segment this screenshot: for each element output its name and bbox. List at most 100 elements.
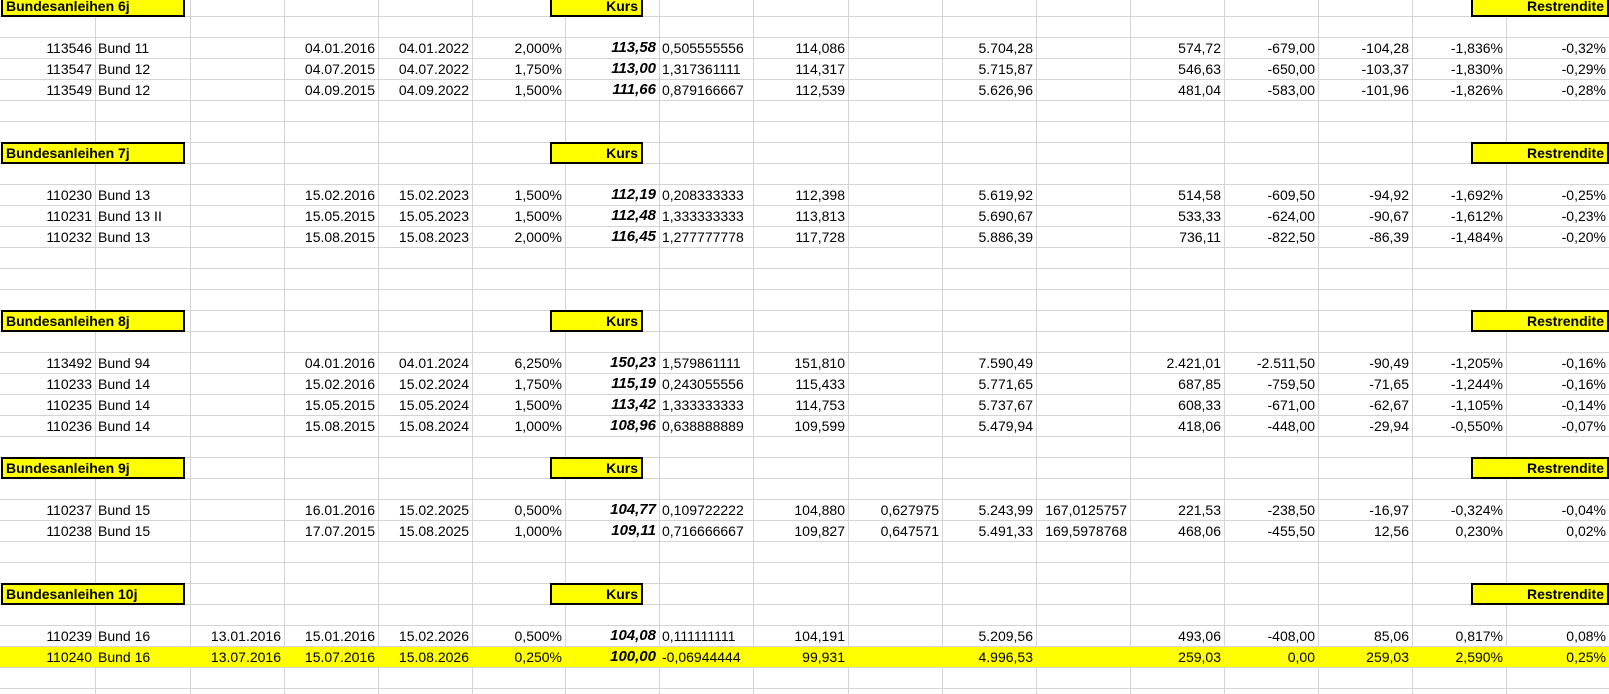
cell-col-f[interactable]: 1,500%	[472, 206, 565, 226]
sheet-row[interactable]: 110233 Bund 14 15.02.2016 15.02.2024 1,750% 1…	[0, 374, 1609, 395]
cell-col-n[interactable]: -408,00	[1224, 626, 1318, 646]
cell-col-o[interactable]: -104,28	[1318, 38, 1412, 58]
cell-col-n[interactable]: -609,50	[1224, 185, 1318, 205]
cell-col-n[interactable]: -759,50	[1224, 374, 1318, 394]
cell-col-d[interactable]: 15.07.2016	[284, 647, 378, 667]
cell-col-l[interactable]	[1036, 416, 1130, 436]
cell-col-c[interactable]	[190, 227, 284, 247]
cell-col-o[interactable]: -86,39	[1318, 227, 1412, 247]
cell-wkn[interactable]: 110238	[0, 521, 95, 541]
cell-col-d[interactable]: 04.01.2016	[284, 353, 378, 373]
cell-col-f[interactable]: 1,750%	[472, 374, 565, 394]
sheet-row[interactable]: 110230 Bund 13 15.02.2016 15.02.2023 1,500% 1…	[0, 185, 1609, 206]
cell-col-p[interactable]: -1,826%	[1412, 80, 1506, 100]
cell-col-c[interactable]: 13.01.2016	[190, 626, 284, 646]
cell-col-n[interactable]: -583,00	[1224, 80, 1318, 100]
cell-col-k[interactable]: 5.886,39	[942, 227, 1036, 247]
cell-col-j[interactable]	[848, 206, 942, 226]
cell-col-j[interactable]	[848, 395, 942, 415]
cell-col-i[interactable]: 117,728	[753, 227, 848, 247]
cell-col-i[interactable]: 104,880	[753, 500, 848, 520]
cell-wkn[interactable]: 113547	[0, 59, 95, 79]
cell-col-p[interactable]: 0,817%	[1412, 626, 1506, 646]
cell-col-o[interactable]: -62,67	[1318, 395, 1412, 415]
cell-col-n[interactable]: -650,00	[1224, 59, 1318, 79]
cell-col-q[interactable]: -0,32%	[1506, 38, 1609, 58]
spreadsheet-grid[interactable]: Bundesanleihen 6j Kurs Restrendite 113546 Bu…	[0, 0, 1609, 694]
cell-col-o[interactable]: -101,96	[1318, 80, 1412, 100]
cell-col-f[interactable]: 2,000%	[472, 38, 565, 58]
cell-col-f[interactable]: 6,250%	[472, 353, 565, 373]
cell-bond-name[interactable]: Bund 12	[95, 59, 190, 79]
cell-col-l[interactable]	[1036, 353, 1130, 373]
cell-col-c[interactable]	[190, 206, 284, 226]
cell-kurs[interactable]: 108,96	[565, 416, 659, 436]
cell-wkn[interactable]: 110237	[0, 500, 95, 520]
sheet-row[interactable]	[0, 332, 1609, 353]
cell-bond-name[interactable]: Bund 13	[95, 185, 190, 205]
cell-col-n[interactable]: -238,50	[1224, 500, 1318, 520]
cell-wkn[interactable]: 113549	[0, 80, 95, 100]
cell-col-q[interactable]: 0,25%	[1506, 647, 1609, 667]
cell-col-d[interactable]: 16.01.2016	[284, 500, 378, 520]
cell-col-j[interactable]	[848, 59, 942, 79]
cell-col-d[interactable]: 15.01.2016	[284, 626, 378, 646]
cell-col-d[interactable]: 15.02.2016	[284, 185, 378, 205]
sheet-row[interactable]: Bundesanleihen 9j Kurs Restrendite	[0, 457, 1609, 479]
cell-col-j[interactable]	[848, 647, 942, 667]
cell-kurs[interactable]: 104,08	[565, 626, 659, 646]
cell-col-q[interactable]: -0,04%	[1506, 500, 1609, 520]
kurs-header-cell[interactable]: Kurs	[550, 583, 643, 605]
cell-col-n[interactable]: -455,50	[1224, 521, 1318, 541]
cell-col-f[interactable]: 1,500%	[472, 395, 565, 415]
cell-col-e[interactable]: 15.02.2026	[378, 626, 472, 646]
cell-col-h[interactable]: 1,317361111	[659, 59, 753, 79]
cell-col-h[interactable]: 0,243055556	[659, 374, 753, 394]
sheet-row[interactable]	[0, 248, 1609, 269]
cell-col-p[interactable]: -1,692%	[1412, 185, 1506, 205]
cell-col-c[interactable]	[190, 59, 284, 79]
cell-col-e[interactable]: 04.09.2022	[378, 80, 472, 100]
cell-col-k[interactable]: 5.690,67	[942, 206, 1036, 226]
cell-kurs[interactable]: 104,77	[565, 500, 659, 520]
cell-col-m[interactable]: 687,85	[1130, 374, 1224, 394]
cell-col-q[interactable]: -0,07%	[1506, 416, 1609, 436]
cell-col-c[interactable]	[190, 416, 284, 436]
sheet-row[interactable]	[0, 269, 1609, 290]
cell-col-d[interactable]: 04.01.2016	[284, 38, 378, 58]
cell-col-o[interactable]: -90,67	[1318, 206, 1412, 226]
cell-col-e[interactable]: 15.02.2025	[378, 500, 472, 520]
cell-col-h[interactable]: 1,333333333	[659, 395, 753, 415]
cell-bond-name[interactable]: Bund 15	[95, 500, 190, 520]
cell-col-k[interactable]: 5.209,56	[942, 626, 1036, 646]
cell-col-p[interactable]: -1,836%	[1412, 38, 1506, 58]
cell-col-o[interactable]: -16,97	[1318, 500, 1412, 520]
sheet-row[interactable]	[0, 542, 1609, 563]
cell-col-j[interactable]: 0,627975	[848, 500, 942, 520]
cell-col-m[interactable]: 514,58	[1130, 185, 1224, 205]
cell-col-k[interactable]: 7.590,49	[942, 353, 1036, 373]
cell-kurs[interactable]: 113,00	[565, 59, 659, 79]
cell-col-j[interactable]	[848, 38, 942, 58]
cell-col-p[interactable]: -1,484%	[1412, 227, 1506, 247]
sheet-row[interactable]: 110235 Bund 14 15.05.2015 15.05.2024 1,500% 1…	[0, 395, 1609, 416]
cell-col-h[interactable]: 0,638888889	[659, 416, 753, 436]
cell-col-f[interactable]: 0,250%	[472, 647, 565, 667]
sheet-row[interactable]	[0, 164, 1609, 185]
sheet-row[interactable]	[0, 437, 1609, 458]
cell-col-l[interactable]: 169,5978768	[1036, 521, 1130, 541]
cell-col-o[interactable]: 85,06	[1318, 626, 1412, 646]
cell-col-p[interactable]: -1,105%	[1412, 395, 1506, 415]
cell-col-o[interactable]: -29,94	[1318, 416, 1412, 436]
cell-col-p[interactable]: 2,590%	[1412, 647, 1506, 667]
sheet-row[interactable]	[0, 605, 1609, 626]
cell-kurs[interactable]: 112,48	[565, 206, 659, 226]
cell-col-q[interactable]: -0,16%	[1506, 374, 1609, 394]
cell-col-o[interactable]: -94,92	[1318, 185, 1412, 205]
cell-col-m[interactable]: 533,33	[1130, 206, 1224, 226]
cell-col-l[interactable]	[1036, 38, 1130, 58]
cell-wkn[interactable]: 110232	[0, 227, 95, 247]
cell-col-l[interactable]	[1036, 80, 1130, 100]
cell-col-i[interactable]: 113,813	[753, 206, 848, 226]
restrendite-header-cell[interactable]: Restrendite	[1471, 310, 1609, 332]
